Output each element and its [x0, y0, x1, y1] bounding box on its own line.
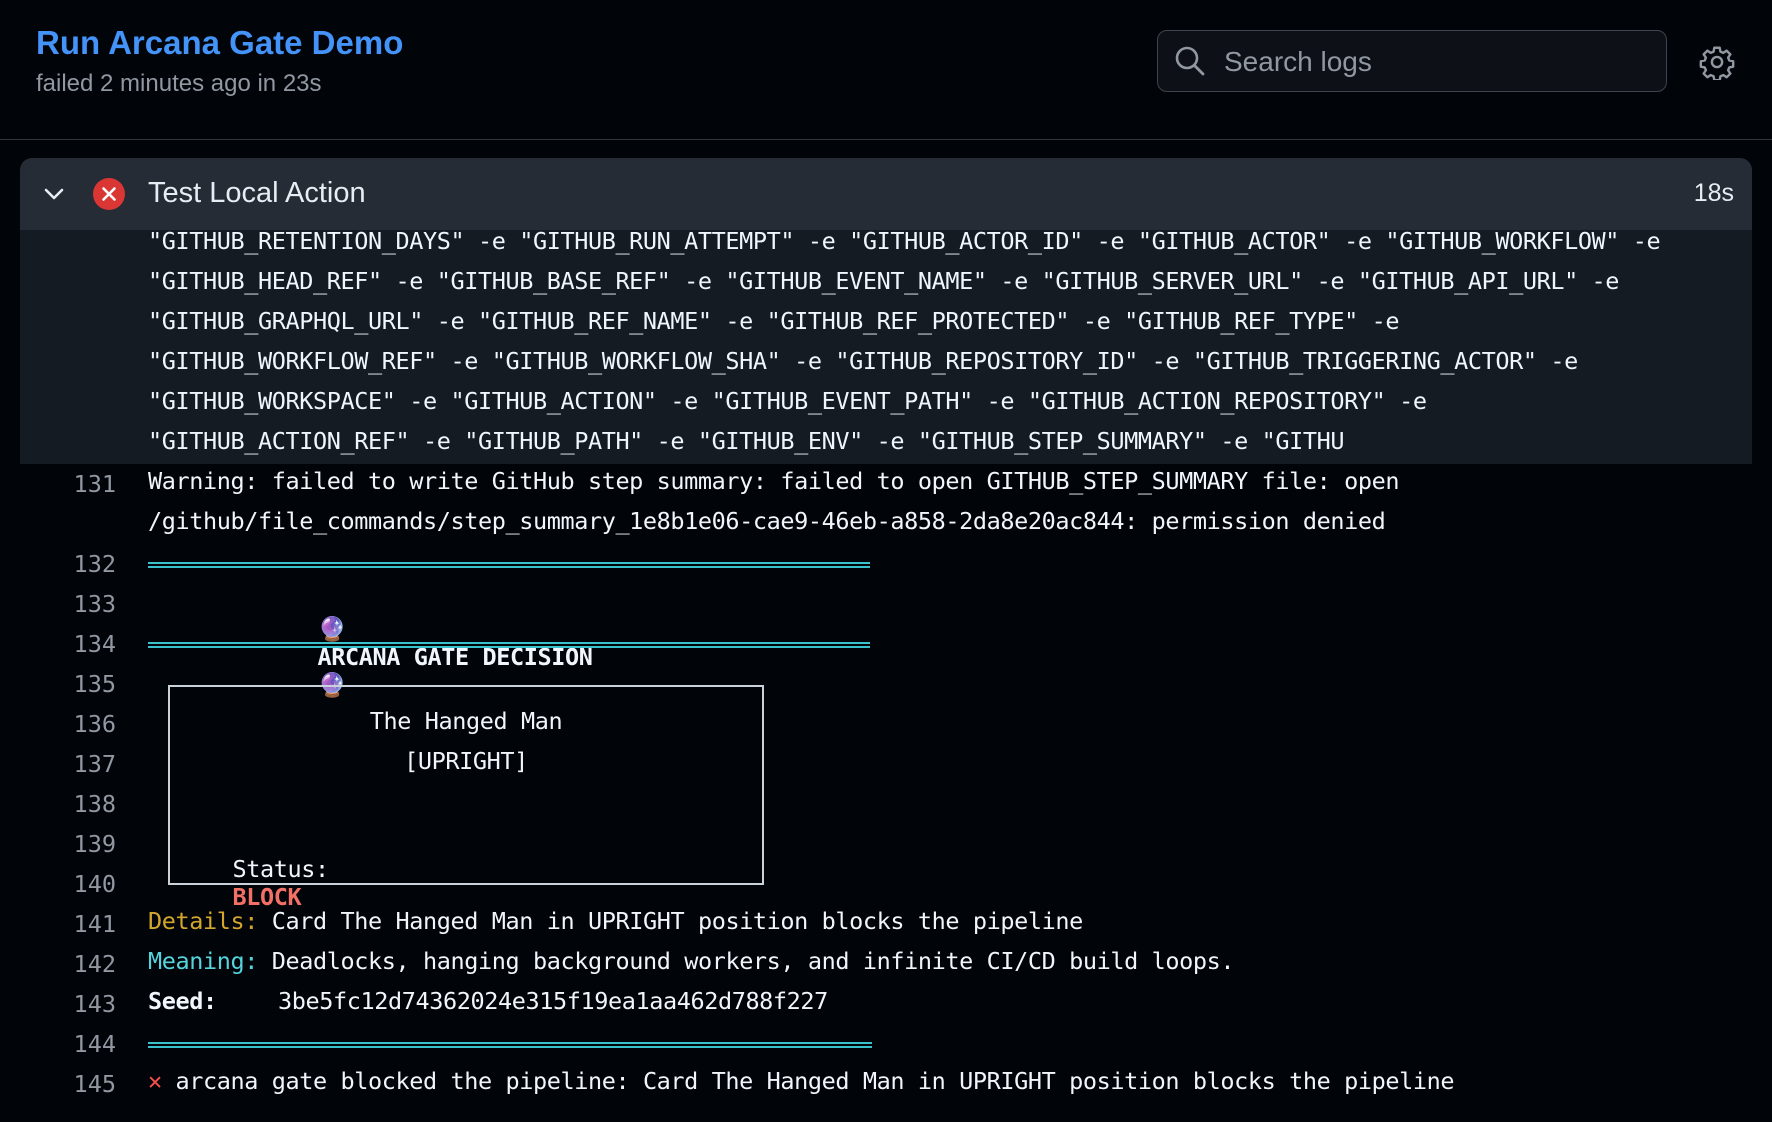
line-number[interactable]: 138	[40, 790, 116, 818]
search-logs-box[interactable]	[1157, 30, 1667, 92]
meaning-text: Deadlocks, hanging background workers, a…	[271, 947, 1235, 975]
meaning-label: Meaning:	[148, 947, 258, 975]
card-orientation: [UPRIGHT]	[404, 747, 528, 775]
search-icon	[1175, 46, 1205, 76]
line-number[interactable]: 131	[40, 470, 116, 498]
line-number[interactable]: 141	[40, 910, 116, 938]
log-line-continuation: "GITHUB_WORKSPACE" -e "GITHUB_ACTION" -e…	[148, 387, 1427, 415]
log-line-continuation: "GITHUB_GRAPHQL_URL" -e "GITHUB_REF_NAME…	[148, 307, 1400, 335]
details-text: Card The Hanged Man in UPRIGHT position …	[271, 907, 1084, 935]
gear-icon[interactable]	[1699, 44, 1735, 80]
line-number[interactable]: 144	[40, 1030, 116, 1058]
log-line-meaning: Meaning: Deadlocks, hanging background w…	[148, 947, 1235, 975]
line-number[interactable]: 136	[40, 710, 116, 738]
separator-rule	[148, 642, 870, 648]
log-line-seed: Seed: 3be5fc12d74362024e315f19ea1aa462d78…	[148, 987, 828, 1015]
error-text: arcana gate blocked the pipeline: Card T…	[175, 1067, 1455, 1095]
failure-x-icon	[93, 178, 125, 210]
line-number[interactable]: 137	[40, 750, 116, 778]
run-header: Run Arcana Gate Demo failed 2 minutes ag…	[0, 0, 1772, 140]
separator-rule	[148, 562, 870, 568]
status-label: Status:	[232, 855, 330, 883]
line-number[interactable]: 135	[40, 670, 116, 698]
details-label: Details:	[148, 907, 258, 935]
log-line-error: ✕ arcana gate blocked the pipeline: Card…	[148, 1067, 1454, 1095]
card-name: The Hanged Man	[369, 707, 563, 735]
step-name: Test Local Action	[148, 177, 366, 209]
card-status: Status: BLOCK	[205, 827, 330, 911]
line-number[interactable]: 142	[40, 950, 116, 978]
run-status-subtitle: failed 2 minutes ago in 23s	[36, 70, 322, 97]
line-number[interactable]: 145	[40, 1070, 116, 1098]
line-number[interactable]: 132	[40, 550, 116, 578]
red-x-icon: ✕	[148, 1067, 162, 1095]
search-logs-input[interactable]	[1222, 39, 1656, 85]
crystal-ball-icon: 🔮	[317, 615, 347, 643]
log-line-continuation: "GITHUB_WORKFLOW_REF" -e "GITHUB_WORKFLO…	[148, 347, 1578, 375]
step-header-test-local-action[interactable]: Test Local Action 18s	[20, 158, 1752, 230]
log-line-continuation: "GITHUB_ACTION_REF" -e "GITHUB_PATH" -e …	[148, 427, 1345, 455]
log-line-continuation: "GITHUB_HEAD_REF" -e "GITHUB_BASE_REF" -…	[148, 267, 1620, 295]
log-line-details: Details: Card The Hanged Man in UPRIGHT …	[148, 907, 1083, 935]
line-number[interactable]: 133	[40, 590, 116, 618]
log-line-continuation: "GITHUB_RETENTION_DAYS" -e "GITHUB_RUN_A…	[148, 227, 1661, 255]
log-line-warning: Warning: failed to write GitHub step sum…	[148, 467, 1400, 495]
line-number[interactable]: 143	[40, 990, 116, 1018]
line-number[interactable]: 140	[40, 870, 116, 898]
line-number[interactable]: 134	[40, 630, 116, 658]
run-title[interactable]: Run Arcana Gate Demo	[36, 24, 403, 62]
step-duration: 18s	[1693, 179, 1734, 207]
seed-label: Seed:	[148, 987, 217, 1015]
log-line-warning-wrap: /github/file_commands/step_summary_1e8b1…	[148, 507, 1386, 535]
separator-rule	[148, 1042, 872, 1048]
seed-value: 3be5fc12d74362024e315f19ea1aa462d788f227	[278, 987, 828, 1015]
chevron-down-icon[interactable]	[40, 180, 68, 208]
line-number[interactable]: 139	[40, 830, 116, 858]
